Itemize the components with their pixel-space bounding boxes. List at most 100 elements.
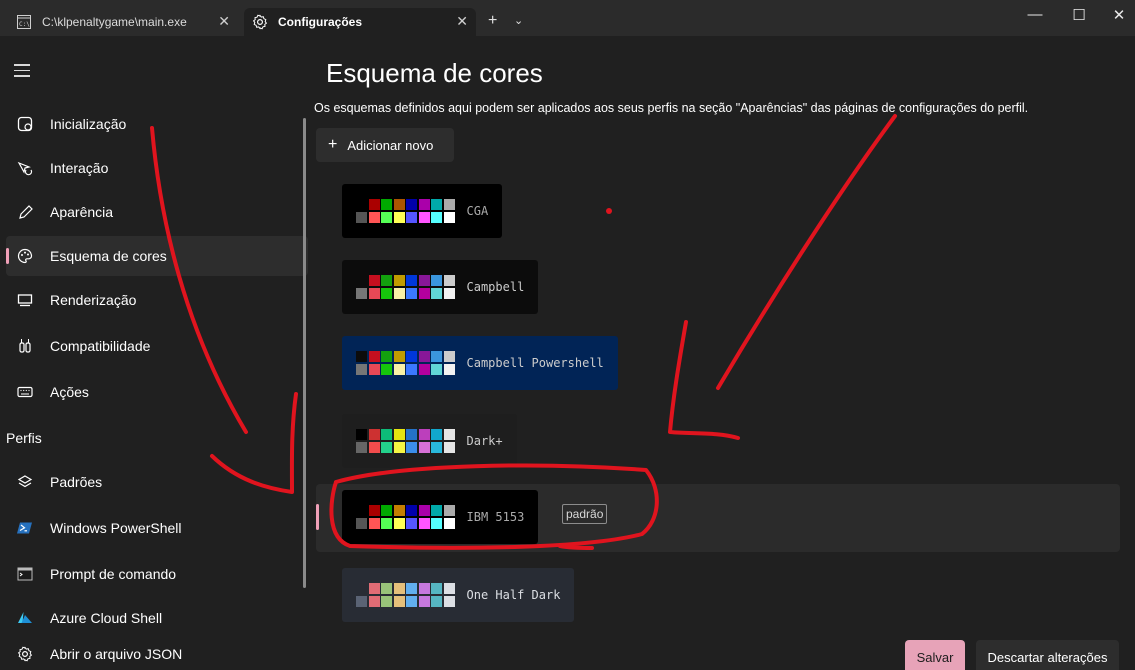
color-swatch <box>381 517 392 529</box>
color-swatch <box>368 441 380 453</box>
tab-console[interactable]: C:\ C:\klpenaltygame\main.exe ✕ <box>16 8 238 36</box>
sidebar-item-color-schemes[interactable]: Esquema de cores <box>6 236 308 276</box>
sidebar-item-label: Ações <box>50 384 89 400</box>
interaction-icon <box>16 159 34 177</box>
scheme-preview-card[interactable]: One Half Dark <box>342 568 575 622</box>
scheme-preview-card[interactable]: Campbell <box>342 260 539 314</box>
sidebar-scrollbar[interactable] <box>303 118 306 588</box>
color-swatch <box>368 199 380 211</box>
palette-icon <box>16 247 34 265</box>
sidebar-item-command-prompt[interactable]: Prompt de comando <box>6 554 308 594</box>
sidebar-item-label: Padrões <box>50 474 103 490</box>
close-tab-button[interactable]: ✕ <box>218 13 230 30</box>
color-swatch <box>443 583 455 595</box>
color-swatch <box>418 275 430 287</box>
scheme-preview-card[interactable]: IBM 5153 <box>342 490 539 544</box>
save-button[interactable]: Salvar <box>905 640 965 670</box>
minimize-button[interactable]: — <box>1020 6 1050 30</box>
color-swatch <box>406 595 417 607</box>
color-swatch <box>381 275 392 287</box>
color-swatch <box>356 595 367 607</box>
sidebar-item-startup[interactable]: Inicialização <box>6 104 308 144</box>
color-swatch <box>406 363 417 375</box>
startup-icon <box>16 115 34 133</box>
color-swatch <box>431 199 442 211</box>
color-swatch <box>368 505 380 517</box>
add-new-button[interactable]: + Adicionar novo <box>316 128 454 162</box>
color-swatch <box>418 517 430 529</box>
color-swatch <box>443 429 455 441</box>
sidebar-item-defaults[interactable]: Padrões <box>6 462 308 502</box>
sidebar-item-label: Interação <box>50 160 109 176</box>
color-swatch <box>368 287 380 299</box>
sidebar-item-rendering[interactable]: Renderização <box>6 280 308 320</box>
color-swatch <box>381 429 392 441</box>
page-title: Esquema de cores <box>326 58 543 88</box>
svg-text:C:\: C:\ <box>19 21 30 28</box>
open-json-link[interactable]: Abrir o arquivo JSON <box>6 645 182 663</box>
color-scheme-row[interactable]: IBM 5153 padrão <box>316 484 1120 552</box>
scheme-name: Dark+ <box>466 434 503 448</box>
color-swatch <box>443 199 455 211</box>
color-swatches <box>356 199 455 223</box>
sidebar-item-label: Prompt de comando <box>50 566 177 582</box>
color-swatch <box>368 275 380 287</box>
sidebar-item-azure-cloud-shell[interactable]: Azure Cloud Shell <box>6 598 308 638</box>
scheme-name: One Half Dark <box>466 588 561 602</box>
sidebar-item-interaction[interactable]: Interação <box>6 148 308 188</box>
color-swatch <box>356 517 367 529</box>
new-tab-button[interactable]: + <box>488 12 497 30</box>
color-scheme-row[interactable]: Campbell Powershell <box>316 336 1120 404</box>
color-scheme-row[interactable]: One Half Dark <box>316 568 1120 636</box>
color-swatch <box>393 287 405 299</box>
color-swatch <box>368 595 380 607</box>
color-swatch <box>431 505 442 517</box>
close-window-button[interactable]: ✕ <box>1104 6 1134 30</box>
color-swatch <box>381 211 392 223</box>
sidebar-item-label: Esquema de cores <box>50 248 167 264</box>
sidebar-item-compatibility[interactable]: Compatibilidade <box>6 326 308 366</box>
sidebar-item-windows-powershell[interactable]: Windows PowerShell <box>6 508 308 548</box>
close-tab-button[interactable]: ✕ <box>456 13 468 30</box>
discard-changes-button[interactable]: Descartar alterações <box>976 640 1119 670</box>
menu-icon[interactable] <box>14 64 30 81</box>
keyboard-icon <box>16 383 34 401</box>
color-swatch <box>443 287 455 299</box>
color-scheme-row[interactable]: Dark+ <box>316 414 1120 482</box>
color-swatch <box>381 505 392 517</box>
color-swatch <box>356 287 367 299</box>
color-swatch <box>356 429 367 441</box>
color-swatch <box>431 211 442 223</box>
scheme-preview-card[interactable]: Campbell Powershell <box>342 336 618 390</box>
color-swatch <box>356 199 367 211</box>
sidebar-item-appearance[interactable]: Aparência <box>6 192 308 232</box>
maximize-button[interactable]: ☐ <box>1064 6 1094 30</box>
scheme-preview-card[interactable]: Dark+ <box>342 414 517 468</box>
sidebar: Inicialização Interação Aparência Esquem… <box>0 36 308 670</box>
scheme-name: CGA <box>466 204 489 218</box>
color-swatches <box>356 429 455 453</box>
page-description: Os esquemas definidos aqui podem ser apl… <box>314 101 1029 115</box>
color-swatch <box>443 211 455 223</box>
sidebar-item-actions[interactable]: Ações <box>6 372 308 412</box>
color-swatch <box>431 595 442 607</box>
color-swatch <box>393 351 405 363</box>
color-swatch <box>393 363 405 375</box>
tab-settings[interactable]: Configurações ✕ <box>244 8 476 36</box>
color-swatch <box>356 583 367 595</box>
color-swatch <box>443 351 455 363</box>
color-swatches <box>356 351 455 375</box>
tab-dropdown-button[interactable]: ⌄ <box>514 14 523 27</box>
color-swatches <box>356 583 455 607</box>
layers-icon <box>16 473 34 491</box>
title-bar: C:\ C:\klpenaltygame\main.exe ✕ Configur… <box>0 0 1135 36</box>
color-swatch <box>443 505 455 517</box>
scheme-name: Campbell <box>466 280 525 294</box>
color-swatch <box>381 583 392 595</box>
scheme-preview-card[interactable]: CGA <box>342 184 503 238</box>
color-scheme-row[interactable]: Campbell <box>316 260 1120 328</box>
sidebar-item-label: Compatibilidade <box>50 338 151 354</box>
color-scheme-row[interactable]: CGA <box>316 184 1120 252</box>
color-swatch <box>406 441 417 453</box>
color-swatch <box>356 351 367 363</box>
